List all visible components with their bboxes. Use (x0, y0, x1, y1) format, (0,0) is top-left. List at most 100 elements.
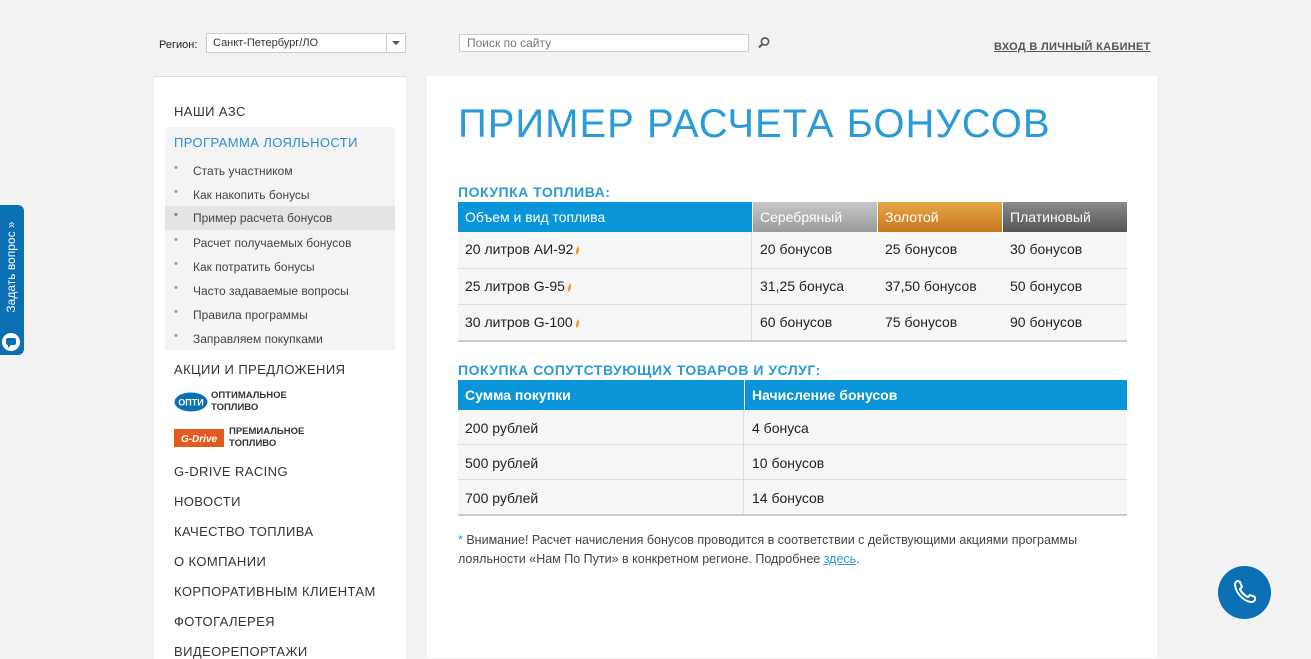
goods-section-title: ПОКУПКА СОПУТСТВУЮЩИХ ТОВАРОВ И УСЛУГ: (458, 362, 821, 378)
loyalty-menu: ПРОГРАММА ЛОЯЛЬНОСТИ • Стать участником … (165, 127, 395, 350)
fuel-cell: 90 бонусов (1010, 314, 1083, 330)
goods-cell: 200 рублей (458, 410, 744, 444)
nav-item-company[interactable]: О КОМПАНИИ (174, 554, 266, 569)
table-row: 20 литров АИ-92 20 бонусов 25 бонусов 30… (458, 232, 1127, 269)
fuel-header-volume: Объем и вид топлива (458, 202, 752, 232)
bullet-icon: • (174, 186, 178, 198)
main-content: ПРИМЕР РАСЧЕТА БОНУСОВ ПОКУПКА ТОПЛИВА: … (427, 76, 1157, 658)
ask-question-tab[interactable]: Задать вопрос » (0, 205, 24, 355)
bullet-icon: • (174, 162, 178, 174)
sub-item-label: Расчет получаемых бонусов (193, 236, 352, 250)
sub-item-spend[interactable]: • Как потратить бонусы (165, 255, 395, 279)
table-row: 200 рублей 4 бонуса (458, 410, 1127, 445)
fuel-cell: 30 литров G-100 (458, 305, 752, 340)
opti-logo: ОПТИ (174, 392, 208, 412)
note-end: . (856, 552, 860, 566)
fuel-cell: 30 бонусов (1010, 241, 1083, 257)
table-row: 700 рублей 14 бонусов (458, 480, 1127, 516)
sub-item-shopping[interactable]: • Заправляем покупками (165, 327, 395, 351)
nav-item-promos[interactable]: АКЦИИ И ПРЕДЛОЖЕНИЯ (174, 362, 345, 377)
bullet-icon: • (174, 306, 178, 318)
fuel-cell: 60 бонусов (760, 314, 833, 330)
fuel-section-title: ПОКУПКА ТОПЛИВА: (458, 184, 611, 200)
sub-item-label: Стать участником (193, 164, 293, 178)
bullet-icon: • (174, 234, 178, 246)
region-label: Регион: (159, 39, 198, 51)
fuel-header-silver: Серебряный (753, 202, 877, 232)
search-icon[interactable] (757, 36, 771, 50)
nav-item-quality[interactable]: КАЧЕСТВО ТОПЛИВА (174, 524, 313, 539)
fuel-cell: 25 литров G-95 (458, 269, 752, 304)
sub-item-label: Пример расчета бонусов (193, 211, 333, 225)
fuel-header-gold: Золотой (878, 202, 1002, 232)
table-row: 25 литров G-95 31,25 бонуса 37,50 бонусо… (458, 269, 1127, 305)
brand-opti-line1: ОПТИМАЛЬНОЕ (211, 390, 287, 401)
nav-item-corporate[interactable]: КОРПОРАТИВНЫМ КЛИЕНТАМ (174, 584, 376, 599)
ask-question-label: Задать вопрос » (4, 221, 18, 313)
bullet-icon: • (174, 282, 178, 294)
search-input[interactable] (459, 34, 749, 52)
fuel-header-platinum: Платиновый (1003, 202, 1127, 232)
goods-header-bonus: Начисление бонусов (745, 380, 1127, 410)
goods-cell: 500 рублей (458, 445, 744, 479)
region-value: Санкт-Петербург/ЛО (213, 37, 319, 49)
nav-item-loyalty[interactable]: ПРОГРАММА ЛОЯЛЬНОСТИ (174, 135, 358, 150)
call-button[interactable] (1218, 566, 1271, 619)
nav-item-videos[interactable]: ВИДЕОРЕПОРТАЖИ (174, 644, 308, 659)
goods-cell: 4 бонуса (752, 420, 809, 436)
fuel-flame-icon (576, 245, 580, 255)
note-text: Внимание! Расчет начисления бонусов пров… (458, 533, 1078, 566)
page-title: ПРИМЕР РАСЧЕТА БОНУСОВ (458, 102, 1051, 146)
sub-item-rules[interactable]: • Правила программы (165, 303, 395, 327)
table-row: 30 литров G-100 60 бонусов 75 бонусов 90… (458, 305, 1127, 342)
nav-item-news[interactable]: НОВОСТИ (174, 494, 241, 509)
brand-gdrive-line1: ПРЕМИАЛЬНОЕ (229, 426, 305, 437)
nav-item-gallery[interactable]: ФОТОГАЛЕРЕЯ (174, 614, 275, 629)
bullet-icon: • (174, 330, 178, 342)
fuel-cell: 37,50 бонусов (885, 278, 977, 294)
brand-gdrive-line2: ТОПЛИВО (229, 438, 277, 449)
sub-item-join[interactable]: • Стать участником (165, 159, 395, 183)
bullet-icon: • (174, 258, 178, 270)
chevron-down-icon[interactable] (386, 34, 405, 52)
sub-item-example[interactable]: • Пример расчета бонусов (165, 206, 395, 230)
goods-cell: 700 рублей (458, 480, 744, 514)
svg-text:ОПТИ: ОПТИ (178, 398, 203, 408)
sub-item-accumulate[interactable]: • Как накопить бонусы (165, 183, 395, 207)
sub-item-label: Как накопить бонусы (193, 188, 310, 202)
nav-item-stations[interactable]: НАШИ АЗС (174, 104, 246, 119)
sub-item-label: Заправляем покупками (193, 332, 323, 346)
brand-opti-line2: ТОПЛИВО (211, 402, 259, 413)
fuel-cell: 25 бонусов (885, 241, 958, 257)
goods-cell: 14 бонусов (752, 490, 825, 506)
svg-text:G-Drive: G-Drive (181, 434, 218, 445)
nav-item-racing[interactable]: G-DRIVE RACING (174, 464, 288, 479)
login-link[interactable]: ВХОД В ЛИЧНЫЙ КАБИНЕТ (994, 41, 1151, 53)
note-more-link[interactable]: здесь (824, 552, 856, 566)
region-select[interactable]: Санкт-Петербург/ЛО (206, 33, 406, 53)
fuel-cell: 31,25 бонуса (760, 278, 845, 294)
sub-item-faq[interactable]: • Часто задаваемые вопросы (165, 279, 395, 303)
phone-icon (1234, 580, 1256, 603)
goods-cell: 10 бонусов (752, 455, 825, 471)
chat-bubble-icon (2, 333, 20, 351)
sub-item-label: Правила программы (193, 308, 308, 322)
sub-item-calculation[interactable]: • Расчет получаемых бонусов (165, 231, 395, 255)
sub-item-label: Часто задаваемые вопросы (193, 284, 349, 298)
fuel-table-header: Объем и вид топлива Серебряный Золотой П… (458, 202, 1127, 232)
goods-table-header: Сумма покупки Начисление бонусов (458, 380, 1127, 410)
fuel-cell: 20 литров АИ-92 (458, 232, 752, 268)
goods-header-sum: Сумма покупки (458, 380, 744, 410)
fuel-cell: 20 бонусов (760, 241, 833, 257)
fuel-flame-icon (567, 282, 571, 292)
fuel-cell: 50 бонусов (1010, 278, 1083, 294)
sub-item-label: Как потратить бонусы (193, 260, 315, 274)
sidebar-nav: НАШИ АЗС ПРОГРАММА ЛОЯЛЬНОСТИ • Стать уч… (154, 76, 406, 659)
bullet-icon: • (174, 209, 178, 221)
fuel-flame-icon (575, 318, 579, 328)
site-header: Регион: Санкт-Петербург/ЛО ВХОД В ЛИЧНЫЙ… (0, 0, 1311, 76)
gdrive-logo: G-Drive (174, 429, 224, 447)
fuel-cell: 75 бонусов (885, 314, 958, 330)
table-row: 500 рублей 10 бонусов (458, 445, 1127, 480)
disclaimer-note: * Внимание! Расчет начисления бонусов пр… (458, 531, 1108, 569)
